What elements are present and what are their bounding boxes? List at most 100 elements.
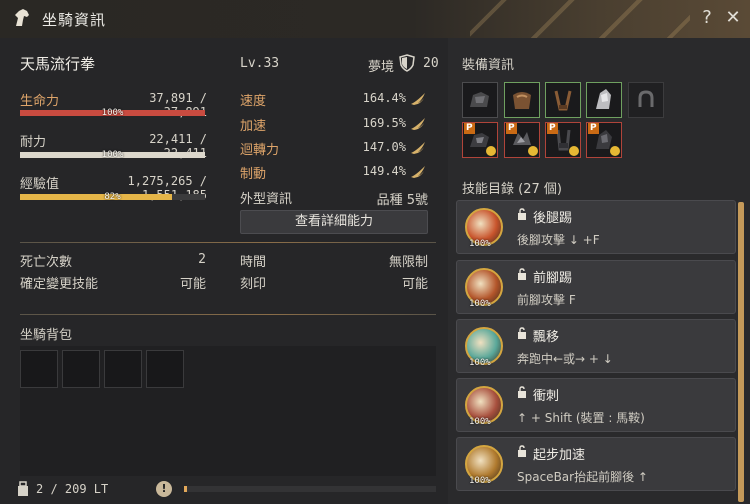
badge-icon — [528, 146, 538, 156]
horse-armor-icon[interactable] — [462, 82, 498, 118]
bag-slot[interactable] — [62, 350, 100, 388]
hp-label: 生命力 — [20, 94, 60, 109]
skill-item[interactable]: 100% 飄移 奔跑中←或→ + ↓ — [456, 319, 736, 373]
stamina-percent: 100% — [101, 150, 124, 160]
hp-percent: 100% — [101, 108, 124, 118]
section-divider — [20, 314, 436, 315]
scroll-thumb[interactable] — [738, 202, 744, 502]
mount-name: 天馬流行拳 — [20, 55, 96, 73]
skill-name: 衝刺 — [533, 389, 560, 404]
skill-list-title: 技能目錄 (27 個) — [462, 182, 562, 197]
bag-slot[interactable] — [146, 350, 184, 388]
exp-label: 經驗值 — [20, 177, 60, 192]
skill-name: 前腳踢 — [533, 271, 573, 286]
appearance-label: 外型資訊 — [240, 192, 293, 207]
speed-value: 164.4% — [362, 91, 406, 105]
equipment-skill-panel: 裝備資訊 P P P P 技能目錄 (27 個) 100% 後腿踢 後腳攻擊 ↓… — [448, 38, 750, 504]
horse-saddle-icon[interactable] — [504, 82, 540, 118]
shield-icon — [399, 54, 415, 72]
horse-helm-icon[interactable] — [586, 82, 622, 118]
time-label: 時間 — [240, 255, 267, 270]
wing-icon — [411, 166, 425, 178]
skill-list: 100% 後腿踢 後腳攻擊 ↓ +F 100% 前腳踢 前腳攻擊 F 100% … — [456, 200, 736, 504]
view-details-button[interactable]: 查看詳細能力 — [240, 210, 428, 234]
unlock-icon — [518, 386, 526, 398]
skill-percent: 100% — [469, 358, 491, 368]
horseshoe-icon[interactable] — [628, 82, 664, 118]
skill-item[interactable]: 100% 衝刺 ↑ + Shift (裝置 : 馬鞍) — [456, 378, 736, 432]
mount-bag-grid — [20, 346, 436, 476]
skill-item[interactable]: 100% 後腿踢 後腳攻擊 ↓ +F — [456, 200, 736, 254]
premium-saddle-icon[interactable]: P — [504, 122, 540, 158]
speed-label: 速度 — [240, 94, 267, 109]
time-value: 無限制 — [388, 255, 428, 270]
accel-value: 169.5% — [362, 116, 406, 130]
turning-label: 迴轉力 — [240, 143, 280, 158]
window-title: 坐騎資訊 — [42, 11, 107, 29]
accel-label: 加速 — [240, 119, 267, 134]
death-count-label: 死亡次數 — [20, 255, 73, 270]
brake-label: 制動 — [240, 167, 267, 182]
premium-tag: P — [547, 123, 558, 134]
equipment-title: 裝備資訊 — [462, 58, 515, 73]
skill-percent: 100% — [469, 299, 491, 309]
bag-slot[interactable] — [20, 350, 58, 388]
appearance-value: 品種 5號 — [376, 193, 428, 208]
skill-percent: 100% — [469, 239, 491, 249]
section-divider — [20, 242, 436, 243]
unlock-icon — [518, 208, 526, 220]
turning-value: 147.0% — [362, 140, 406, 154]
title-decoration — [470, 0, 690, 38]
premium-tag: P — [506, 123, 517, 134]
premium-tag: P — [464, 123, 475, 134]
skill-item[interactable]: 100% 起步加速 SpaceBar抬起前腳後 ↑ — [456, 437, 736, 491]
premium-stirrup-icon[interactable]: P — [545, 122, 581, 158]
skill-command: 後腳攻擊 ↓ +F — [517, 233, 600, 247]
weight-icon — [18, 481, 28, 496]
title-bar[interactable]: 坐騎資訊 ? ✕ — [0, 0, 750, 38]
mount-info-window: 坐騎資訊 ? ✕ 天馬流行拳 Lv.33 夢境 20 生命力 37,891 / … — [0, 0, 750, 504]
skill-command: SpaceBar抬起前腳後 ↑ — [517, 470, 648, 484]
engrave-label: 刻印 — [240, 277, 267, 292]
badge-icon — [569, 146, 579, 156]
skill-percent: 100% — [469, 417, 491, 427]
horse-head-icon — [10, 6, 34, 30]
unlock-icon — [518, 445, 526, 457]
skill-change-label: 確定變更技能 — [20, 277, 99, 292]
wing-icon — [411, 118, 425, 130]
dream-label: 夢境 — [368, 60, 395, 75]
skill-command: 前腳攻擊 F — [517, 293, 576, 307]
premium-armor-icon[interactable]: P — [462, 122, 498, 158]
wing-icon — [411, 142, 425, 154]
exp-percent: 82% — [104, 192, 121, 202]
skill-name: 飄移 — [533, 330, 560, 345]
skill-name: 後腿踢 — [533, 211, 573, 226]
bag-weight: 2 / 209 LT — [36, 482, 109, 496]
horse-stirrup-icon[interactable] — [545, 82, 581, 118]
skill-name: 起步加速 — [533, 448, 586, 463]
weight-bar — [184, 486, 436, 492]
premium-tag: P — [588, 123, 599, 134]
mount-stats-panel: 天馬流行拳 Lv.33 夢境 20 生命力 37,891 / 37,891 10… — [0, 38, 448, 504]
skill-change-value: 可能 — [179, 277, 206, 292]
mount-bag-title: 坐騎背包 — [20, 328, 73, 343]
wing-icon — [411, 93, 425, 105]
badge-icon — [486, 146, 496, 156]
premium-helm-icon[interactable]: P — [586, 122, 622, 158]
brake-value: 149.4% — [362, 164, 406, 178]
skill-item[interactable]: 100% 前腳踢 前腳攻擊 F — [456, 260, 736, 314]
mount-level: Lv.33 — [240, 56, 280, 71]
bag-slot[interactable] — [104, 350, 142, 388]
unlock-icon — [518, 268, 526, 280]
skill-command: ↑ + Shift (裝置 : 馬鞍) — [517, 411, 645, 425]
skill-command: 奔跑中←或→ + ↓ — [517, 352, 613, 366]
warning-icon[interactable]: ! — [156, 481, 172, 497]
skill-scrollbar[interactable] — [738, 202, 744, 502]
engrave-value: 可能 — [401, 277, 428, 292]
help-button[interactable]: ? — [696, 6, 718, 30]
close-button[interactable]: ✕ — [722, 6, 744, 30]
unlock-icon — [518, 327, 526, 339]
death-count-value: 2 — [198, 252, 206, 267]
skill-percent: 100% — [469, 476, 491, 486]
dream-value: 20 — [423, 56, 439, 71]
